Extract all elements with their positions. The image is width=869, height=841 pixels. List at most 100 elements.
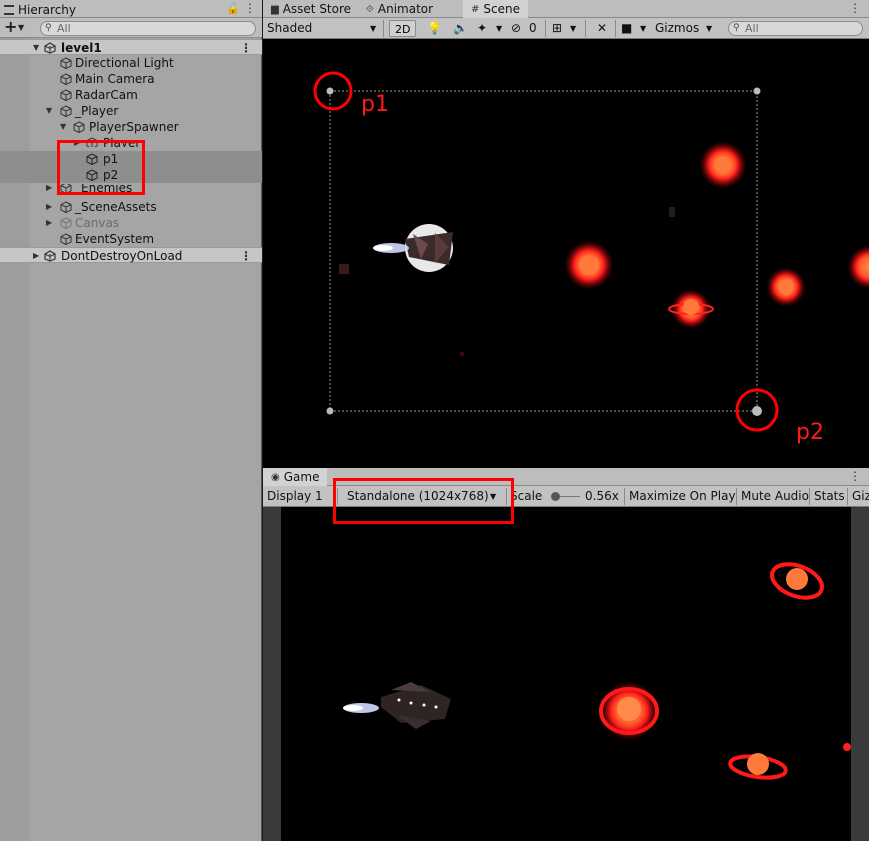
tree-item-label: PlayerSpawner bbox=[89, 120, 179, 134]
search-icon: ⚲ bbox=[45, 23, 52, 33]
grid-snap-icon[interactable]: ⊞ bbox=[552, 18, 562, 39]
lock-icon[interactable]: 🔓 bbox=[226, 2, 240, 15]
planet-sprite bbox=[599, 681, 659, 741]
search-icon: ⚲ bbox=[733, 23, 740, 33]
hierarchy-toolbar: + ▼ ⚲ bbox=[0, 18, 262, 38]
gameobject-icon bbox=[60, 89, 72, 101]
tree-item-canvas[interactable]: ▶ Canvas bbox=[0, 215, 262, 231]
tab-animator[interactable]: ⟐ Animator bbox=[358, 0, 441, 18]
toolbar-separator bbox=[585, 20, 586, 37]
display-dropdown[interactable]: Display 1 bbox=[267, 486, 323, 507]
gizmos-dropdown[interactable]: Gizmos bbox=[655, 18, 699, 39]
fold-arrow-icon[interactable]: ▶ bbox=[46, 184, 52, 194]
tab-label: Asset Store bbox=[282, 2, 352, 16]
tab-asset-store[interactable]: ▆ Asset Store bbox=[263, 0, 359, 18]
gameobject-icon bbox=[60, 73, 72, 85]
hierarchy-search[interactable]: ⚲ bbox=[40, 21, 256, 36]
scene-tabbar: ▆ Asset Store ⟐ Animator # Scene ⋮ bbox=[263, 0, 869, 18]
game-viewport[interactable] bbox=[281, 507, 851, 841]
p2-gizmo[interactable] bbox=[752, 406, 762, 416]
annotation-label-p2: p2 bbox=[796, 420, 824, 445]
tab-hierarchy[interactable]: Hierarchy bbox=[0, 0, 80, 18]
scene-viewport[interactable]: p1 p2 bbox=[263, 39, 869, 468]
mute-audio-toggle[interactable]: Mute Audio bbox=[741, 486, 809, 507]
tree-item-dontdestroyonload[interactable]: ▶ DontDestroyOnLoad ⋮ bbox=[0, 247, 262, 263]
hidden-count: 0 bbox=[529, 21, 537, 35]
tree-item-radarcam[interactable]: RadarCam bbox=[0, 87, 262, 103]
tree-item-directional-light[interactable]: Directional Light bbox=[0, 55, 262, 71]
shading-mode-dropdown[interactable]: Shaded bbox=[267, 18, 312, 39]
debris-sprite bbox=[460, 352, 464, 356]
chevron-down-icon[interactable]: ▼ bbox=[640, 18, 646, 39]
fold-arrow-icon[interactable]: ▼ bbox=[60, 119, 66, 135]
planet-core bbox=[778, 279, 794, 295]
hierarchy-panel: Hierarchy 🔓 ⋮ + ▼ ⚲ ▼ level1 ⋮ Direction… bbox=[0, 0, 262, 841]
stats-toggle[interactable]: Stats bbox=[814, 486, 845, 507]
tree-item-label: _SceneAssets bbox=[75, 200, 157, 214]
scene-search[interactable]: ⚲ bbox=[728, 21, 863, 36]
player-ship-sprite bbox=[343, 682, 451, 729]
tab-scene[interactable]: # Scene bbox=[463, 0, 528, 18]
tree-item-label: Canvas bbox=[75, 216, 120, 230]
toggle-2d-button[interactable]: 2D bbox=[389, 20, 417, 37]
gizmos-toggle[interactable]: Giz bbox=[852, 486, 869, 507]
hierarchy-tabbar: Hierarchy 🔓 ⋮ bbox=[0, 0, 262, 18]
fold-arrow-icon[interactable]: ▼ bbox=[46, 103, 52, 119]
fold-arrow-icon[interactable]: ▼ bbox=[33, 40, 39, 56]
lighting-icon[interactable]: 💡 bbox=[427, 18, 442, 39]
scene-menu-icon[interactable]: ⋮ bbox=[240, 248, 252, 264]
tree-item-player-root[interactable]: ▼ _Player bbox=[0, 103, 262, 119]
toolbar-separator bbox=[809, 488, 810, 505]
chevron-down-icon[interactable]: ▼ bbox=[570, 18, 576, 39]
camera-icon[interactable]: ■ bbox=[621, 18, 632, 39]
tools-icon[interactable]: ✕ bbox=[597, 18, 607, 39]
planet-sprite bbox=[728, 753, 788, 780]
store-icon: ▆ bbox=[271, 3, 279, 15]
scene-toolbar: Shaded ▼ 2D 💡 🔈 ✦ ▼ ⊘ 0 ⊞ ▼ ✕ ■ ▼ Gizmos… bbox=[263, 18, 869, 39]
tab-game[interactable]: ◉ Game bbox=[263, 468, 328, 486]
tree-item-main-camera[interactable]: Main Camera bbox=[0, 71, 262, 87]
audio-icon[interactable]: 🔈 bbox=[453, 18, 468, 39]
tree-item-label: Directional Light bbox=[75, 56, 174, 70]
game-view-canvas[interactable] bbox=[281, 507, 851, 841]
scene-menu-icon[interactable]: ⋮ bbox=[240, 40, 252, 56]
toolbar-separator bbox=[624, 488, 625, 505]
panel-menu-icon[interactable]: ⋮ bbox=[849, 1, 861, 15]
chevron-down-icon[interactable]: ▼ bbox=[496, 18, 502, 39]
tree-item-label: level1 bbox=[61, 41, 102, 55]
chevron-down-icon[interactable]: ▼ bbox=[18, 23, 24, 32]
tree-item-playerspawner[interactable]: ▼ PlayerSpawner bbox=[0, 119, 262, 135]
tree-item-sceneassets[interactable]: ▶ _SceneAssets bbox=[0, 199, 262, 215]
scale-label: Scale bbox=[510, 489, 543, 503]
panel-menu-icon[interactable]: ⋮ bbox=[244, 1, 256, 15]
chevron-down-icon[interactable]: ▼ bbox=[706, 18, 712, 39]
planet-core bbox=[683, 299, 699, 315]
tree-item-label: DontDestroyOnLoad bbox=[61, 249, 183, 263]
toolbar-separator bbox=[615, 20, 616, 37]
gameobject-icon bbox=[60, 233, 72, 245]
effects-icon[interactable]: ✦ bbox=[477, 18, 487, 39]
scene-view-canvas[interactable] bbox=[263, 39, 869, 468]
tree-item-label: Main Camera bbox=[75, 72, 155, 86]
planet-sprite bbox=[847, 245, 869, 289]
panel-menu-icon[interactable]: ⋮ bbox=[849, 469, 861, 483]
chevron-down-icon[interactable]: ▼ bbox=[370, 18, 376, 39]
fold-arrow-icon[interactable]: ▶ bbox=[46, 199, 52, 215]
tree-item-eventsystem[interactable]: EventSystem bbox=[0, 231, 262, 247]
player-ship-sprite[interactable] bbox=[373, 224, 453, 272]
scale-slider-track[interactable] bbox=[560, 496, 580, 497]
maximize-on-play-toggle[interactable]: Maximize On Play bbox=[629, 486, 736, 507]
game-letterbox-left bbox=[263, 507, 281, 841]
hierarchy-search-input[interactable] bbox=[57, 22, 247, 35]
tree-item-level1[interactable]: ▼ level1 ⋮ bbox=[0, 39, 262, 55]
fold-arrow-icon[interactable]: ▶ bbox=[33, 248, 39, 264]
scale-slider-thumb[interactable] bbox=[551, 492, 560, 501]
p1-gizmo[interactable] bbox=[326, 87, 334, 95]
add-button[interactable]: + bbox=[4, 19, 17, 35]
fold-arrow-icon[interactable]: ▶ bbox=[46, 215, 52, 231]
hidden-objects-icon[interactable]: ⊘ bbox=[511, 18, 521, 39]
toolbar-separator bbox=[383, 20, 384, 37]
gameobject-icon bbox=[60, 105, 72, 117]
scene-search-input[interactable] bbox=[745, 22, 855, 35]
scene-panel: ▆ Asset Store ⟐ Animator # Scene ⋮ Shade… bbox=[263, 0, 869, 468]
